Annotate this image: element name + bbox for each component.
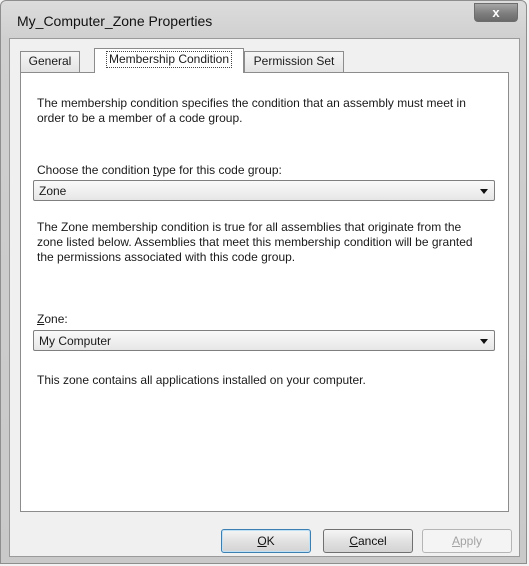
apply-button[interactable]: Apply <box>422 529 512 553</box>
properties-dialog: My_Computer_Zone Properties x General Me… <box>0 0 527 564</box>
zone-description-text: The Zone membership condition is true fo… <box>37 220 473 264</box>
membership-condition-panel: The membership condition specifies the c… <box>20 72 509 512</box>
zone-label: Zone: <box>37 312 68 326</box>
tab-permission-set[interactable]: Permission Set <box>244 51 344 72</box>
intro-text: The membership condition specifies the c… <box>37 96 466 125</box>
condition-type-dropdown[interactable]: Zone <box>33 180 495 201</box>
tab-membership-condition[interactable]: Membership Condition <box>94 48 244 73</box>
condition-type-value: Zone <box>39 184 67 198</box>
chevron-down-icon <box>480 189 488 194</box>
chevron-down-icon <box>480 339 488 344</box>
zone-dropdown[interactable]: My Computer <box>33 330 495 351</box>
zone-info-text: This zone contains all applications inst… <box>37 373 366 387</box>
zone-value: My Computer <box>39 334 112 348</box>
tab-permission-set-label: Permission Set <box>253 54 335 68</box>
dialog-client-area: General Membership Condition Permission … <box>9 38 520 557</box>
tab-general[interactable]: General <box>20 51 80 72</box>
window-title: My_Computer_Zone Properties <box>17 13 213 29</box>
close-icon: x <box>492 5 500 20</box>
ok-button[interactable]: OK <box>221 529 311 553</box>
cancel-button[interactable]: Cancel <box>323 529 413 553</box>
tab-general-label: General <box>28 54 72 68</box>
tab-membership-condition-label: Membership Condition <box>105 51 233 68</box>
condition-type-label: Choose the condition type for this code … <box>37 163 282 177</box>
close-button[interactable]: x <box>474 3 518 22</box>
